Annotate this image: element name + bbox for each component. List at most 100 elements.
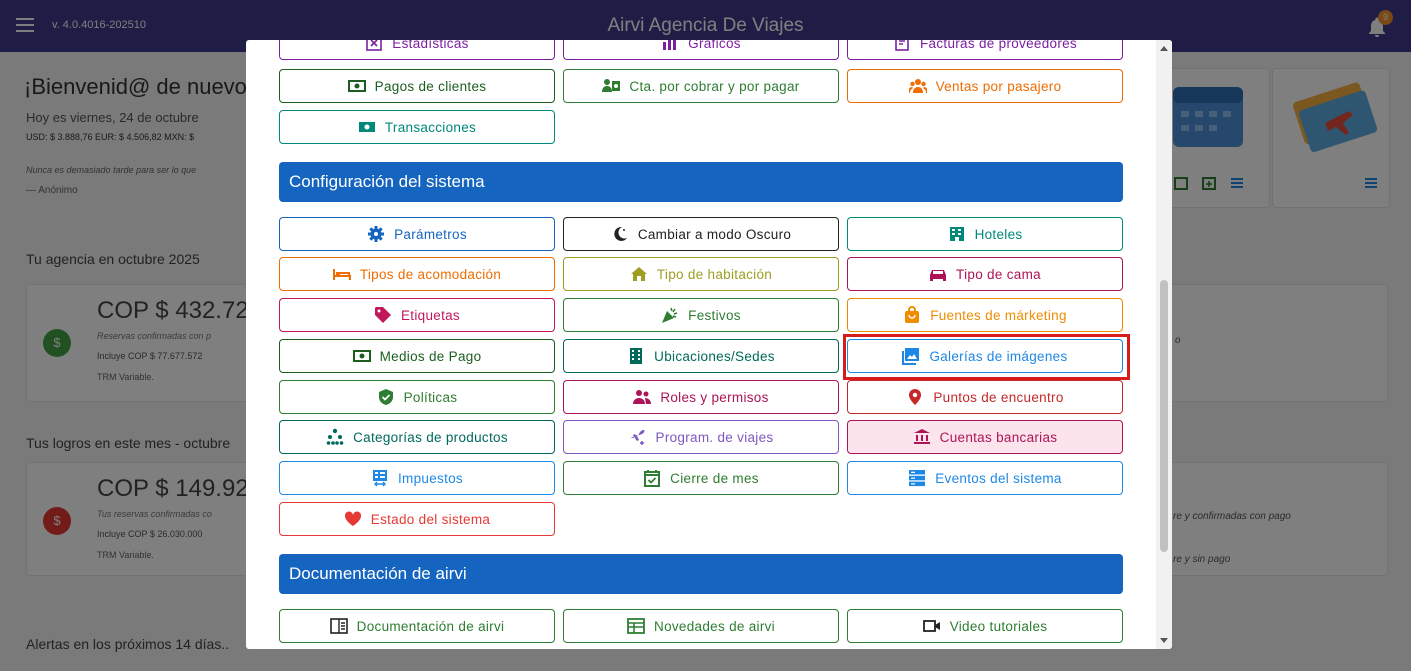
holidays-button[interactable]: Festivos: [563, 298, 839, 332]
button-label: Ubicaciones/Sedes: [654, 348, 775, 364]
button-label: Tipo de cama: [956, 266, 1041, 282]
payment-icon: [352, 347, 371, 365]
button-label: Tipo de habitación: [656, 266, 773, 282]
button-label: Puntos de encuentro: [933, 389, 1064, 405]
bed-icon: [332, 265, 351, 283]
button-label: Cuentas bancarias: [939, 429, 1058, 445]
button-label: Etiquetas: [401, 307, 460, 323]
bank-accounts-button[interactable]: Cuentas bancarias: [847, 420, 1123, 454]
roles-permissions-button[interactable]: Roles y permisos: [563, 380, 839, 414]
bank-icon: [913, 428, 931, 446]
button-label: Estadísticas: [392, 40, 469, 51]
button-label: Hoteles: [974, 226, 1023, 242]
book-icon: [329, 617, 348, 635]
button-label: Pagos de clientes: [374, 78, 487, 94]
client-payments-button[interactable]: Pagos de clientes: [279, 69, 555, 103]
stats-button[interactable]: Estadísticas: [279, 40, 555, 60]
tax-icon: [371, 469, 389, 487]
meeting-points-button[interactable]: Puntos de encuentro: [847, 380, 1123, 414]
transactions-icon: [358, 118, 376, 136]
accounts-button[interactable]: Cta. por cobrar y por pagar: [563, 69, 839, 103]
taxes-button[interactable]: Impuestos: [279, 461, 555, 495]
button-label: Gráficos: [688, 40, 741, 51]
chart-icon: [661, 40, 679, 52]
button-label: Festivos: [688, 307, 741, 323]
button-label: Ventas por pasajero: [935, 78, 1062, 94]
system-events-button[interactable]: Eventos del sistema: [847, 461, 1123, 495]
parameters-button[interactable]: Parámetros: [279, 217, 555, 251]
button-label: Eventos del sistema: [935, 470, 1062, 486]
button-label: Program. de viajes: [655, 429, 774, 445]
button-label: Medios de Pago: [379, 348, 482, 364]
supplier-invoices-button[interactable]: Facturas de proveedores: [847, 40, 1123, 60]
server-icon: [908, 469, 926, 487]
button-label: Video tutoriales: [949, 618, 1048, 634]
highlight-box: [843, 334, 1130, 380]
heart-icon: [344, 510, 362, 528]
passengers-icon: [908, 77, 927, 95]
button-label: Roles y permisos: [660, 389, 769, 405]
gear-icon: [367, 225, 385, 243]
product-categories-button[interactable]: Categorías de productos: [279, 420, 555, 454]
room-type-button[interactable]: Tipo de habitación: [563, 257, 839, 291]
shopping-bag-icon: [903, 306, 921, 324]
marketing-sources-button[interactable]: Fuentes de márketing: [847, 298, 1123, 332]
users-icon: [633, 388, 652, 406]
stats-x-icon: [365, 40, 383, 52]
month-close-button[interactable]: Cierre de mes: [563, 461, 839, 495]
moon-icon: [611, 225, 629, 243]
scroll-down-arrow-icon[interactable]: [1160, 638, 1168, 643]
button-label: Estado del sistema: [370, 511, 491, 527]
button-label: Transacciones: [384, 119, 477, 135]
tag-icon: [374, 306, 392, 324]
button-label: Novedades de airvi: [654, 618, 775, 634]
button-label: Impuestos: [398, 470, 463, 486]
button-label: Fuentes de márketing: [930, 307, 1067, 323]
system-status-button[interactable]: Estado del sistema: [279, 502, 555, 536]
scroll-up-arrow-icon[interactable]: [1160, 46, 1168, 51]
accommodation-types-button[interactable]: Tipos de acomodación: [279, 257, 555, 291]
charts-button[interactable]: Gráficos: [563, 40, 839, 60]
video-tutorials-button[interactable]: Video tutoriales: [847, 609, 1123, 643]
button-label: Documentación de airvi: [356, 618, 505, 634]
video-icon: [922, 617, 941, 635]
modal-scrollbar[interactable]: [1156, 40, 1172, 649]
dark-mode-button[interactable]: Cambiar a modo Oscuro: [563, 217, 839, 251]
button-label: Tipos de acomodación: [359, 266, 502, 282]
cash-icon: [347, 77, 366, 95]
system-config-header: Configuración del sistema: [279, 162, 1123, 202]
shield-icon: [377, 388, 395, 406]
button-label: Cambiar a modo Oscuro: [637, 226, 792, 242]
calendar-check-icon: [643, 469, 661, 487]
accounts-icon: [602, 77, 621, 95]
scroll-thumb[interactable]: [1160, 280, 1168, 552]
tags-button[interactable]: Etiquetas: [279, 298, 555, 332]
button-label: Cierre de mes: [670, 470, 759, 486]
sales-per-passenger-button[interactable]: Ventas por pasajero: [847, 69, 1123, 103]
map-pin-icon: [906, 388, 924, 406]
airvi-docs-button[interactable]: Documentación de airvi: [279, 609, 555, 643]
payment-methods-button[interactable]: Medios de Pago: [279, 339, 555, 373]
button-label: Facturas de proveedores: [920, 40, 1077, 51]
button-label: Políticas: [403, 389, 458, 405]
hotel-icon: [948, 225, 966, 243]
button-label: Parámetros: [394, 226, 467, 242]
bed-car-icon: [929, 265, 947, 283]
hotels-button[interactable]: Hoteles: [847, 217, 1123, 251]
home-icon: [630, 265, 648, 283]
airvi-news-button[interactable]: Novedades de airvi: [563, 609, 839, 643]
policies-button[interactable]: Políticas: [279, 380, 555, 414]
party-icon: [661, 306, 679, 324]
plane-icon: [629, 428, 647, 446]
bed-type-button[interactable]: Tipo de cama: [847, 257, 1123, 291]
calendar-icon: [627, 617, 645, 635]
building-icon: [627, 347, 645, 365]
trip-scheduling-button[interactable]: Program. de viajes: [563, 420, 839, 454]
invoice-icon: [893, 40, 911, 52]
transactions-button[interactable]: Transacciones: [279, 110, 555, 144]
docs-header: Documentación de airvi: [279, 554, 1123, 594]
button-label: Cta. por cobrar y por pagar: [629, 78, 800, 94]
button-label: Categorías de productos: [353, 429, 508, 445]
locations-button[interactable]: Ubicaciones/Sedes: [563, 339, 839, 373]
category-tree-icon: [326, 428, 344, 446]
